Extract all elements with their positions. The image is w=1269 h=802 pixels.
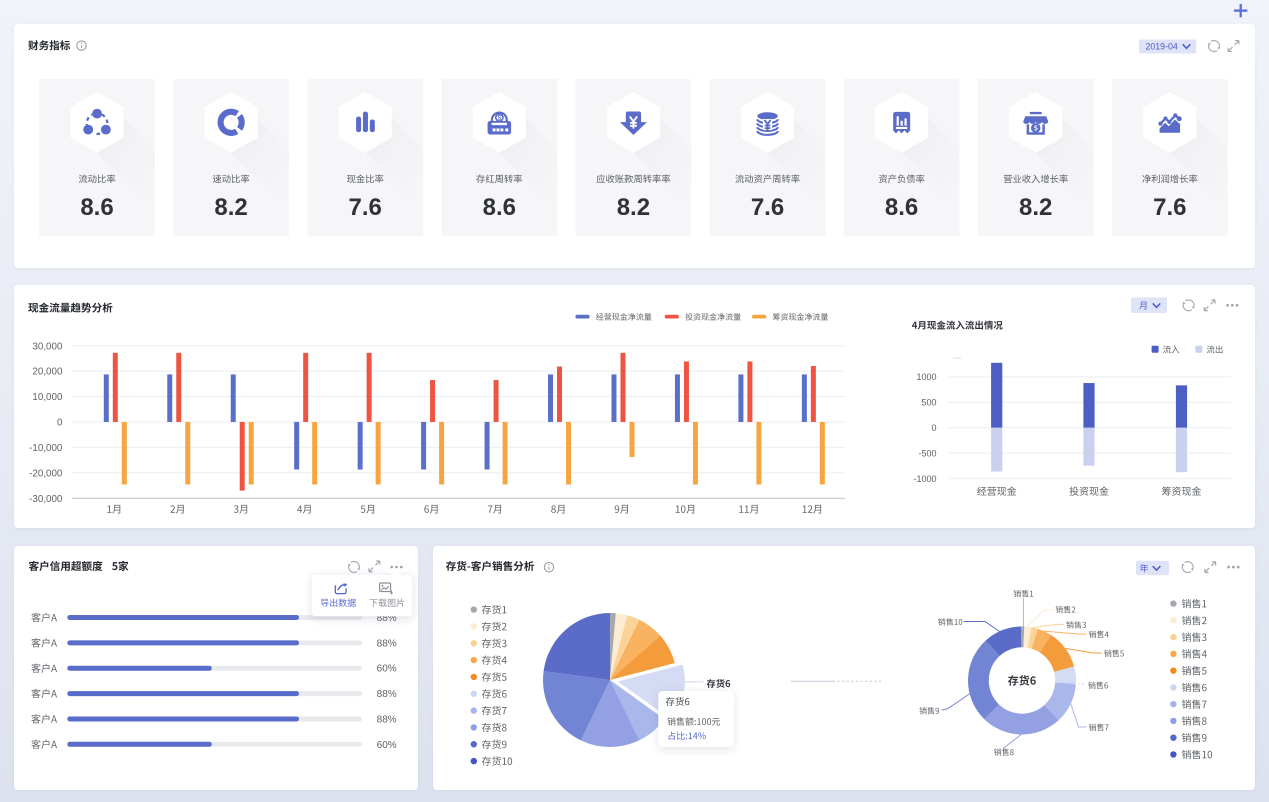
svg-text:30,000: 30,000 [32,341,63,352]
svg-text:8.2: 8.2 [214,194,247,221]
svg-text:-30,000: -30,000 [29,494,63,505]
svg-text:60%: 60% [377,664,397,675]
svg-text:7.6: 7.6 [751,194,784,221]
svg-text:-10,000: -10,000 [29,443,63,454]
svg-text:0: 0 [57,418,63,429]
svg-text:500: 500 [921,398,936,408]
svg-text:8.2: 8.2 [1019,194,1052,221]
svg-text:-1000: -1000 [913,474,936,484]
svg-text:7.6: 7.6 [349,194,382,221]
svg-text:8.6: 8.6 [483,194,516,221]
svg-text:1000: 1000 [916,372,936,382]
svg-text:0: 0 [931,423,936,433]
svg-text:88%: 88% [377,689,397,700]
svg-text:88%: 88% [377,714,397,725]
svg-text:2019-04: 2019-04 [1146,42,1178,52]
svg-text:8.6: 8.6 [885,194,918,221]
svg-text:8.6: 8.6 [80,194,113,221]
svg-text:7.6: 7.6 [1153,194,1186,221]
svg-text:10,000: 10,000 [32,392,63,403]
svg-text:8.2: 8.2 [617,194,650,221]
svg-text:-500: -500 [918,448,936,458]
svg-text:20,000: 20,000 [32,367,63,378]
svg-text:88%: 88% [377,638,397,649]
svg-text:60%: 60% [377,740,397,751]
svg-text:-20,000: -20,000 [29,468,63,479]
